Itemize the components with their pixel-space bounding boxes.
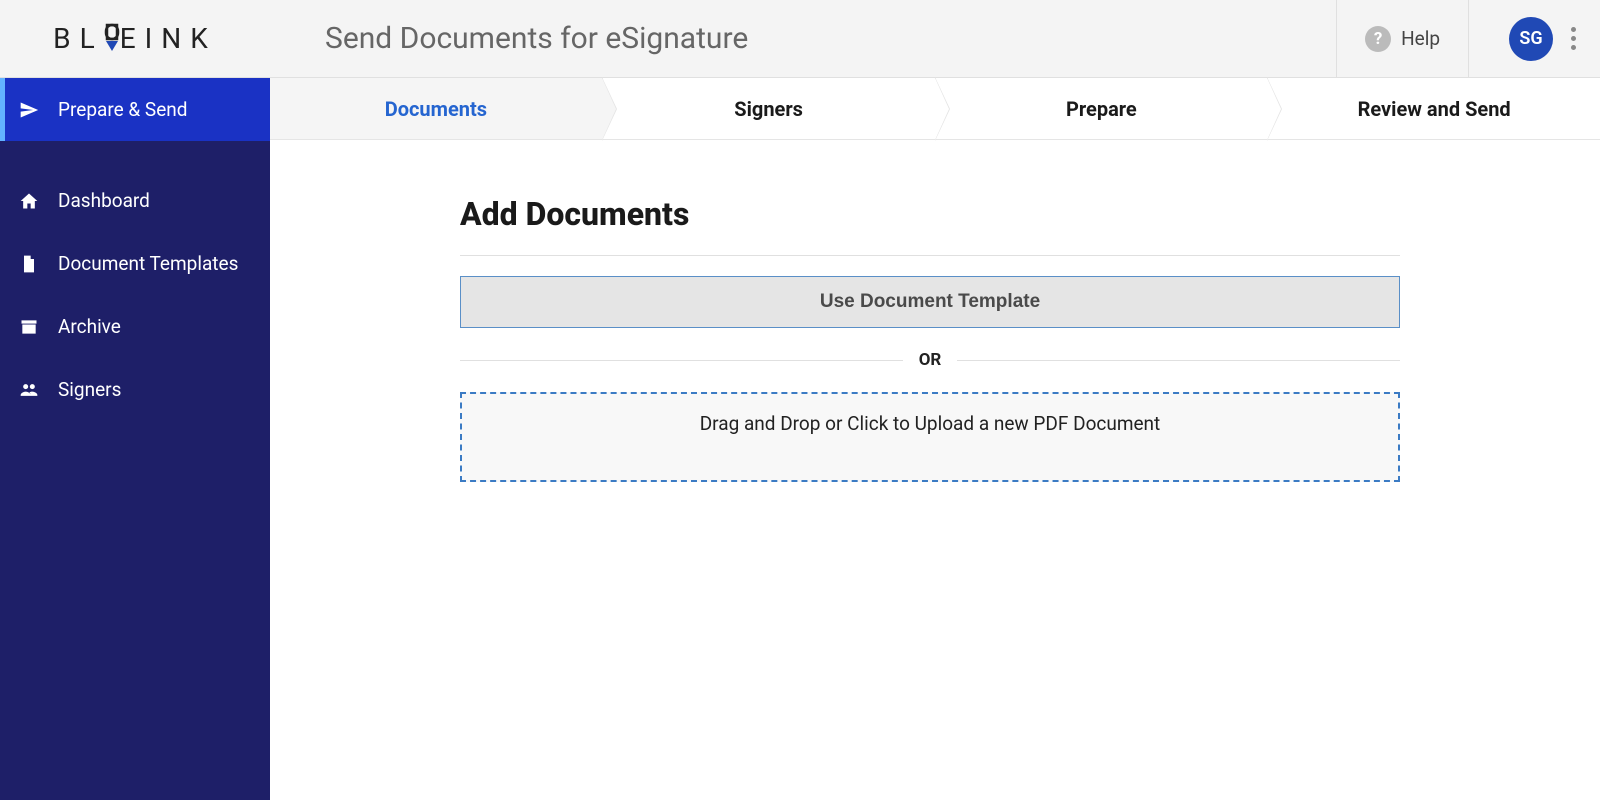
home-icon: [18, 190, 40, 212]
dropzone-text: Drag and Drop or Click to Upload a new P…: [700, 412, 1161, 435]
help-icon: ?: [1365, 26, 1391, 52]
file-icon: [18, 253, 40, 275]
step-documents[interactable]: Documents: [270, 78, 603, 139]
upload-dropzone[interactable]: Drag and Drop or Click to Upload a new P…: [460, 392, 1400, 482]
content-area: Add Documents Use Document Template OR D…: [270, 140, 1600, 482]
sidebar-item-label: Signers: [58, 378, 121, 401]
sidebar: Prepare & Send Dashboard Document Templa…: [0, 78, 270, 800]
header: BL EINK Send Documents for eSignature ? …: [0, 0, 1600, 78]
archive-box-icon: [18, 316, 40, 338]
or-label: OR: [919, 350, 942, 370]
use-document-template-button[interactable]: Use Document Template: [460, 276, 1400, 328]
paper-plane-icon: [18, 99, 40, 121]
step-wizard: Documents Signers Prepare Review and Sen…: [270, 78, 1600, 140]
step-signers[interactable]: Signers: [603, 78, 936, 139]
step-review-send[interactable]: Review and Send: [1268, 78, 1600, 139]
logo-text: BL EINK: [53, 22, 217, 55]
help-button[interactable]: ? Help: [1336, 0, 1469, 77]
or-separator: OR: [460, 350, 1400, 370]
sidebar-item-dashboard[interactable]: Dashboard: [0, 169, 270, 232]
sidebar-item-label: Dashboard: [58, 189, 150, 212]
page-title: Send Documents for eSignature: [325, 21, 748, 56]
users-icon: [18, 379, 40, 401]
sidebar-item-prepare-send[interactable]: Prepare & Send: [0, 78, 270, 141]
step-label: Prepare: [1066, 97, 1137, 121]
section-title: Add Documents: [460, 195, 1400, 233]
logo[interactable]: BL EINK: [0, 0, 270, 77]
divider: [460, 255, 1400, 256]
sidebar-item-label: Document Templates: [58, 252, 238, 275]
kebab-menu-icon[interactable]: [1567, 21, 1580, 56]
sidebar-item-label: Archive: [58, 315, 121, 338]
sidebar-item-document-templates[interactable]: Document Templates: [0, 232, 270, 295]
sidebar-item-signers[interactable]: Signers: [0, 358, 270, 421]
main: Documents Signers Prepare Review and Sen…: [270, 78, 1600, 800]
step-label: Review and Send: [1358, 97, 1511, 121]
step-label: Documents: [385, 97, 487, 121]
step-label: Signers: [734, 97, 803, 121]
avatar[interactable]: SG: [1509, 17, 1553, 61]
help-label: Help: [1401, 27, 1440, 50]
sidebar-item-archive[interactable]: Archive: [0, 295, 270, 358]
step-prepare[interactable]: Prepare: [936, 78, 1269, 139]
sidebar-item-label: Prepare & Send: [58, 98, 187, 121]
